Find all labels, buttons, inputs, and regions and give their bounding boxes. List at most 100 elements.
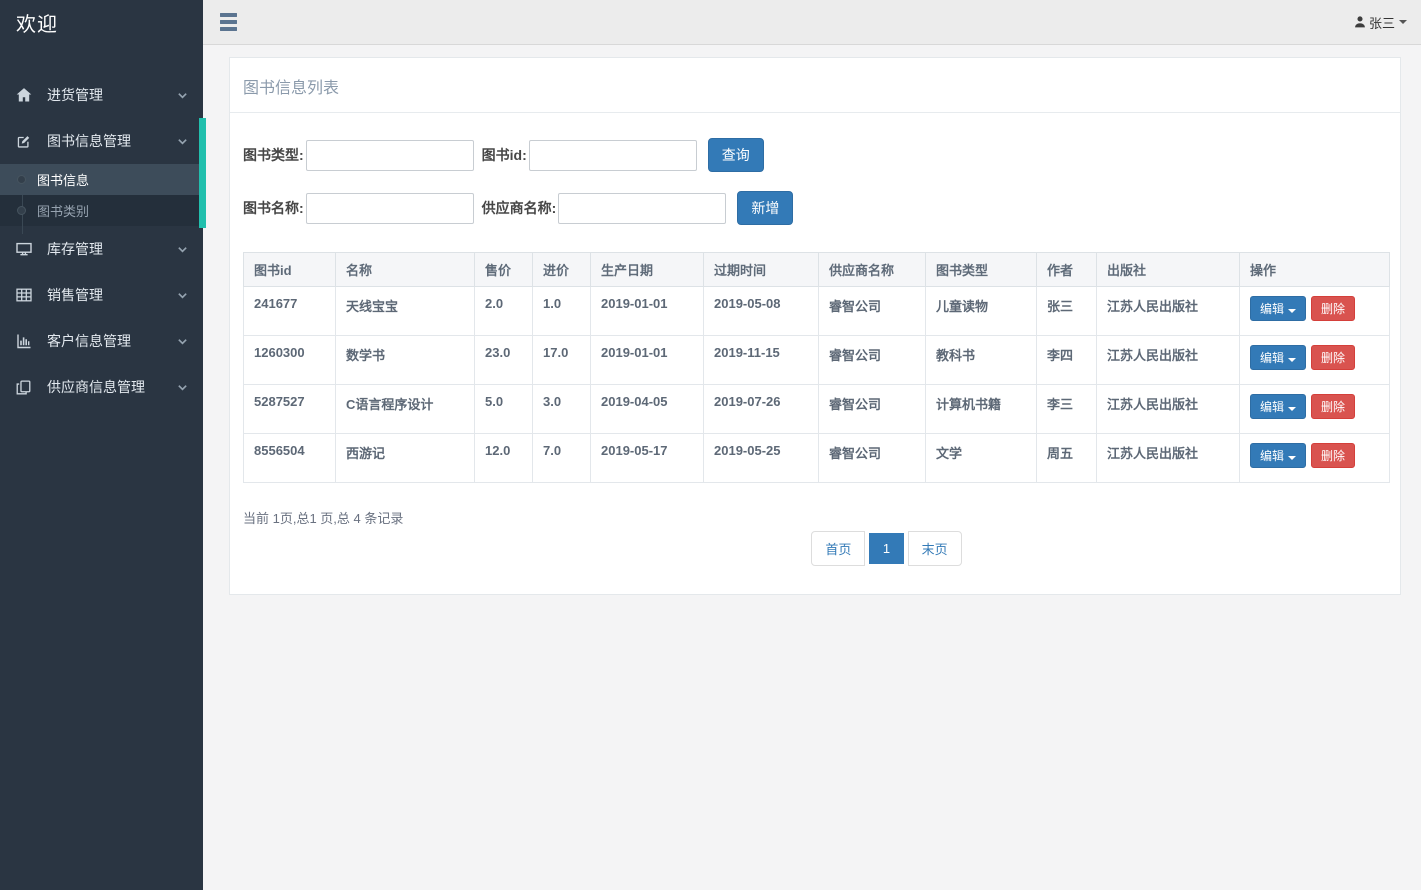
delete-button[interactable]: 删除 xyxy=(1311,296,1355,321)
table-cell: 周五 xyxy=(1037,434,1097,483)
table-cell: 2019-07-26 xyxy=(704,385,819,434)
table-container: 图书id名称售价进价生产日期过期时间供应商名称图书类型作者出版社操作 24167… xyxy=(230,244,1400,483)
pagination: 首页 1 末页 xyxy=(302,527,1421,594)
table-cell: 文学 xyxy=(926,434,1037,483)
delete-button[interactable]: 删除 xyxy=(1311,394,1355,419)
column-header: 图书id xyxy=(244,253,336,287)
table-cell: 江苏人民出版社 xyxy=(1097,287,1240,336)
table-cell: 李三 xyxy=(1037,385,1097,434)
edit-button[interactable]: 编辑 xyxy=(1250,443,1306,468)
main-area: 张三 图书信息列表 图书类型: 图书id: 查询 图书名称: 供应商名称: xyxy=(203,0,1421,890)
submenu: 图书信息图书类别 xyxy=(0,164,203,226)
sidebar-nav: 进货管理图书信息管理图书信息图书类别库存管理销售管理客户信息管理供应商信息管理 xyxy=(0,72,203,410)
supplier-name-input[interactable] xyxy=(558,193,726,224)
table-cell: 李四 xyxy=(1037,336,1097,385)
book-id-label: 图书id: xyxy=(482,145,527,165)
supplier-name-label: 供应商名称: xyxy=(482,198,557,218)
table-row: 8556504西游记12.07.02019-05-172019-05-25睿智公… xyxy=(244,434,1390,483)
sidebar-subitem-label: 图书信息 xyxy=(37,170,89,189)
hamburger-icon xyxy=(220,13,237,17)
table-cell: 儿童读物 xyxy=(926,287,1037,336)
edit-button[interactable]: 编辑 xyxy=(1250,394,1306,419)
column-header: 供应商名称 xyxy=(819,253,926,287)
actions-cell: 编辑删除 xyxy=(1240,287,1390,336)
edit-button[interactable]: 编辑 xyxy=(1250,345,1306,370)
chevron-down-icon xyxy=(177,290,188,301)
monitor-icon xyxy=(16,241,36,257)
add-button[interactable]: 新增 xyxy=(737,191,793,225)
delete-button[interactable]: 删除 xyxy=(1311,443,1355,468)
caret-down-icon xyxy=(1288,407,1296,411)
caret-down-icon xyxy=(1288,309,1296,313)
search-row-1: 图书类型: 图书id: 查询 xyxy=(243,138,1387,172)
table-cell: 张三 xyxy=(1037,287,1097,336)
table-cell: 江苏人民出版社 xyxy=(1097,385,1240,434)
sidebar-item-label: 客户信息管理 xyxy=(47,331,177,351)
table-cell: 教科书 xyxy=(926,336,1037,385)
table-row: 5287527C语言程序设计5.03.02019-04-052019-07-26… xyxy=(244,385,1390,434)
table-cell: 17.0 xyxy=(533,336,591,385)
page-title: 图书信息列表 xyxy=(230,58,1400,112)
table-cell: 2019-01-01 xyxy=(591,336,704,385)
sidebar-item-6[interactable]: 供应商信息管理 xyxy=(0,364,203,410)
sidebar-item-5[interactable]: 客户信息管理 xyxy=(0,318,203,364)
edit-button-label: 编辑 xyxy=(1260,449,1284,463)
sidebar-toggle-button[interactable] xyxy=(218,9,239,35)
table-cell: 西游记 xyxy=(336,434,475,483)
sidebar-subitem[interactable]: 图书信息 xyxy=(0,164,203,195)
table-cell: 2019-05-08 xyxy=(704,287,819,336)
delete-button[interactable]: 删除 xyxy=(1311,345,1355,370)
table-cell: 天线宝宝 xyxy=(336,287,475,336)
sidebar-item-1[interactable]: 进货管理 xyxy=(0,72,203,118)
edit-icon xyxy=(16,134,36,149)
book-type-input[interactable] xyxy=(306,140,474,171)
table-icon xyxy=(16,287,36,303)
user-icon xyxy=(1353,15,1367,29)
column-header: 图书类型 xyxy=(926,253,1037,287)
book-type-label: 图书类型: xyxy=(243,145,304,165)
sidebar-item-4[interactable]: 销售管理 xyxy=(0,272,203,318)
table-cell: 计算机书籍 xyxy=(926,385,1037,434)
table-cell: 数学书 xyxy=(336,336,475,385)
page-1-button[interactable]: 1 xyxy=(869,533,904,564)
table-cell: 5.0 xyxy=(475,385,533,434)
sidebar: 欢迎 进货管理图书信息管理图书信息图书类别库存管理销售管理客户信息管理供应商信息… xyxy=(0,0,203,890)
edit-button[interactable]: 编辑 xyxy=(1250,296,1306,321)
table-cell: 2019-01-01 xyxy=(591,287,704,336)
book-list-panel: 图书信息列表 图书类型: 图书id: 查询 图书名称: 供应商名称: 新增 xyxy=(229,57,1401,595)
search-row-2: 图书名称: 供应商名称: 新增 xyxy=(243,191,1387,225)
column-header: 售价 xyxy=(475,253,533,287)
table-cell: 3.0 xyxy=(533,385,591,434)
edit-button-label: 编辑 xyxy=(1260,400,1284,414)
last-page-button[interactable]: 末页 xyxy=(908,531,962,566)
query-button[interactable]: 查询 xyxy=(708,138,764,172)
book-id-input[interactable] xyxy=(529,140,697,171)
sidebar-item-label: 库存管理 xyxy=(47,239,177,259)
chevron-down-icon xyxy=(177,336,188,347)
table-cell: 23.0 xyxy=(475,336,533,385)
sidebar-item-label: 供应商信息管理 xyxy=(47,377,177,397)
user-menu[interactable]: 张三 xyxy=(1353,13,1407,32)
chevron-down-icon xyxy=(1399,20,1407,24)
table-cell: 2019-04-05 xyxy=(591,385,704,434)
edit-button-label: 编辑 xyxy=(1260,351,1284,365)
table-cell: 江苏人民出版社 xyxy=(1097,434,1240,483)
chevron-down-icon xyxy=(177,382,188,393)
column-header: 过期时间 xyxy=(704,253,819,287)
user-name: 张三 xyxy=(1369,13,1395,32)
sidebar-item-2[interactable]: 图书信息管理 xyxy=(0,118,203,164)
sidebar-subitem[interactable]: 图书类别 xyxy=(0,195,203,226)
sidebar-item-3[interactable]: 库存管理 xyxy=(0,226,203,272)
content-area: 图书信息列表 图书类型: 图书id: 查询 图书名称: 供应商名称: 新增 xyxy=(203,45,1421,595)
first-page-button[interactable]: 首页 xyxy=(811,531,865,566)
table-header-row: 图书id名称售价进价生产日期过期时间供应商名称图书类型作者出版社操作 xyxy=(244,253,1390,287)
hamburger-icon xyxy=(220,27,237,31)
copy-icon xyxy=(16,380,36,395)
table-cell: 2019-11-15 xyxy=(704,336,819,385)
table-cell: 睿智公司 xyxy=(819,287,926,336)
book-name-input[interactable] xyxy=(306,193,474,224)
table-cell: 241677 xyxy=(244,287,336,336)
topbar: 张三 xyxy=(203,0,1421,45)
bar-chart-icon xyxy=(16,333,36,349)
home-icon xyxy=(16,87,36,103)
